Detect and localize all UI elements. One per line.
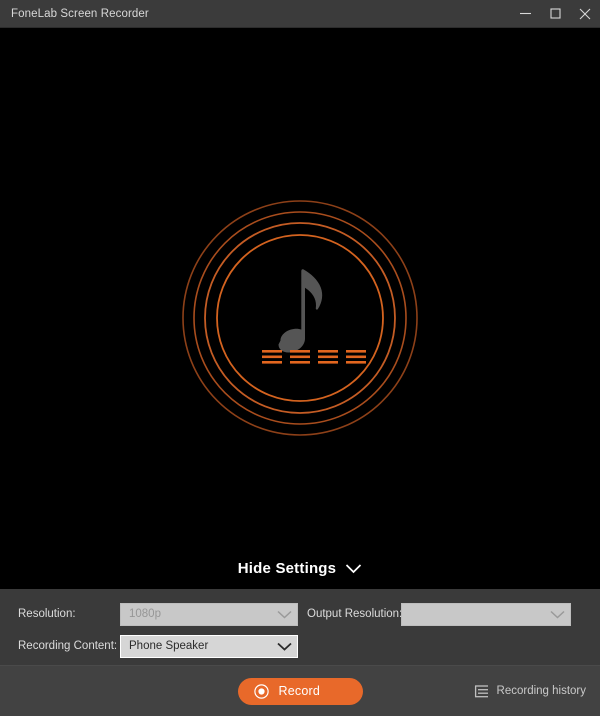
recording-history-button[interactable]: Recording history (474, 684, 586, 698)
visualizer-rings (182, 200, 418, 436)
hide-settings-label: Hide Settings (237, 559, 337, 577)
window-title: FoneLab Screen Recorder (11, 7, 149, 20)
settings-row-recording-content: Recording Content: Phone Speaker (18, 633, 582, 659)
chevron-down-icon (345, 563, 362, 574)
equalizer-bars-icon (262, 350, 366, 364)
chevron-down-icon (271, 642, 297, 651)
resolution-label: Resolution: (18, 608, 76, 620)
resolution-value: 1080p (129, 608, 161, 620)
app-window: FoneLab Screen Recorder Hide Settings Re… (0, 0, 600, 716)
maximize-icon (549, 7, 562, 20)
list-lines-icon (474, 684, 489, 698)
recording-history-label: Recording history (496, 685, 586, 697)
preview-canvas (0, 28, 600, 551)
record-button[interactable]: Record (237, 677, 363, 705)
minimize-button[interactable] (510, 0, 540, 27)
close-button[interactable] (570, 0, 600, 27)
hide-settings-toggle[interactable]: Hide Settings (0, 551, 600, 589)
audio-visualizer (180, 198, 420, 438)
record-label: Record (278, 684, 320, 698)
settings-row-resolution: Resolution: 1080p Output Resolution: (18, 601, 582, 627)
maximize-button[interactable] (540, 0, 570, 27)
music-note-icon (278, 269, 323, 353)
recording-content-label: Recording Content: (18, 640, 118, 652)
chevron-down-icon (544, 610, 570, 619)
title-bar: FoneLab Screen Recorder (0, 0, 600, 28)
recording-content-value: Phone Speaker (129, 640, 209, 652)
settings-panel: Resolution: 1080p Output Resolution: Rec… (0, 589, 600, 665)
output-resolution-label: Output Resolution: (307, 608, 403, 620)
output-resolution-dropdown[interactable] (401, 602, 571, 626)
chevron-down-icon (271, 610, 297, 619)
resolution-dropdown[interactable]: 1080p (120, 602, 298, 626)
recording-content-dropdown[interactable]: Phone Speaker (120, 634, 298, 658)
record-dot-icon (253, 683, 269, 699)
minimize-icon (519, 7, 532, 20)
close-icon (578, 7, 592, 21)
bottom-bar: Record Recording history (0, 665, 600, 716)
window-controls (510, 0, 600, 27)
